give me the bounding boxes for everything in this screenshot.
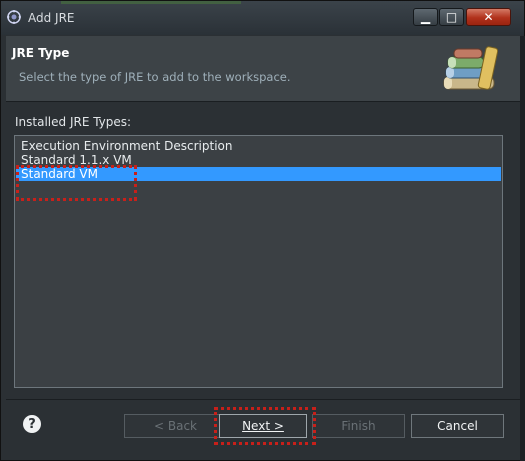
maximize-button[interactable]: □	[439, 8, 464, 26]
next-button-label: Next >	[242, 419, 284, 433]
jre-types-list[interactable]: Execution Environment Description Standa…	[14, 135, 503, 388]
list-item-standard-11x-vm[interactable]: Standard 1.1.x VM	[16, 153, 501, 167]
finish-button[interactable]: Finish	[312, 414, 405, 438]
minimize-icon: ▁	[420, 10, 431, 24]
back-button[interactable]: < Back	[124, 414, 227, 438]
finish-button-label: Finish	[341, 419, 376, 433]
cancel-button-label: Cancel	[437, 419, 478, 433]
jre-library-books-icon	[443, 46, 498, 90]
installed-jre-types-label: Installed JRE Types:	[15, 115, 132, 129]
list-item-standard-vm[interactable]: Standard VM	[16, 167, 501, 181]
window-right-edge	[520, 36, 525, 461]
maximize-icon: □	[445, 10, 458, 24]
page-title: JRE Type	[12, 46, 70, 60]
title-bar[interactable]: Add JRE ▁ □ ✕	[1, 1, 524, 35]
window-title: Add JRE	[28, 11, 75, 25]
next-button[interactable]: Next >	[219, 414, 307, 438]
footer-divider	[6, 399, 520, 400]
wizard-header: JRE Type Select the type of JRE to add t…	[6, 36, 520, 101]
title-bar-accent	[61, 1, 241, 4]
close-icon: ✕	[483, 10, 494, 24]
back-button-label: < Back	[153, 419, 197, 433]
cancel-button[interactable]: Cancel	[411, 414, 504, 438]
header-divider	[6, 101, 520, 102]
help-icon[interactable]: ?	[23, 415, 41, 433]
minimize-button[interactable]: ▁	[413, 8, 438, 26]
eclipse-app-icon	[7, 10, 21, 24]
close-button[interactable]: ✕	[466, 8, 511, 26]
list-item-execution-environment[interactable]: Execution Environment Description	[16, 139, 501, 153]
add-jre-dialog: Add JRE ▁ □ ✕ JRE Type Select the type o…	[0, 0, 525, 461]
page-description: Select the type of JRE to add to the wor…	[19, 70, 291, 84]
